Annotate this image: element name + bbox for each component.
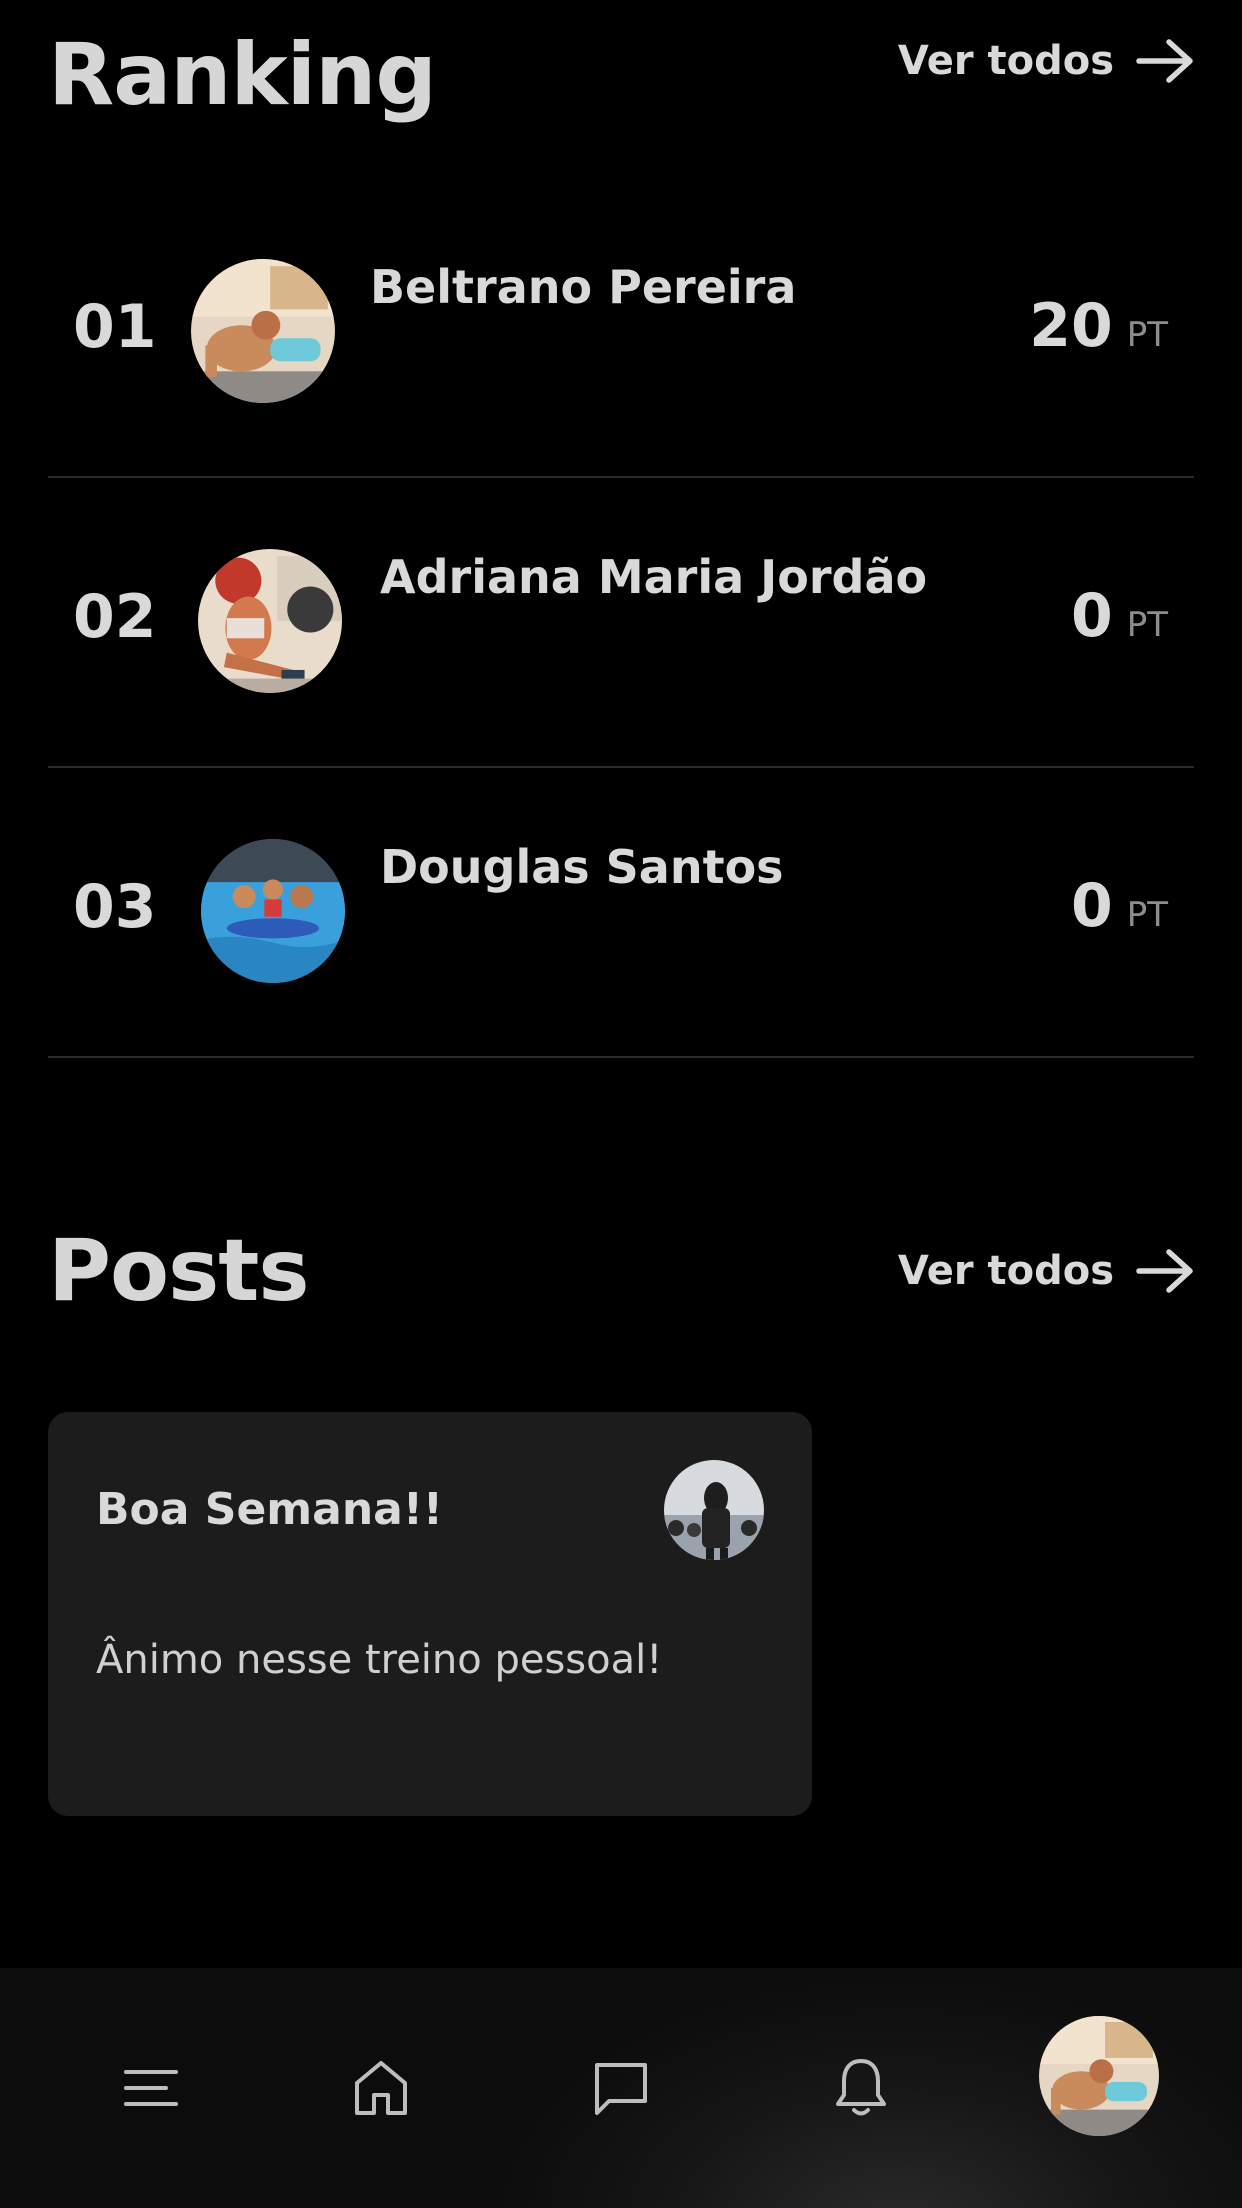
nav-home-button[interactable] [341, 2048, 421, 2128]
ranking-see-all-link[interactable]: Ver todos [898, 38, 1194, 84]
rank-points: 0 [1070, 581, 1113, 651]
bell-icon [835, 2057, 887, 2119]
home-icon [352, 2058, 410, 2118]
rank-score: 0 PT [1071, 876, 1168, 936]
rank-unit: PT [1126, 315, 1168, 355]
rank-position: 03 [73, 872, 157, 942]
rank-position: 02 [73, 582, 157, 652]
profile-avatar-button[interactable] [1039, 2016, 1159, 2136]
see-all-label: Ver todos [897, 1248, 1114, 1294]
rank-name: Douglas Santos [380, 840, 784, 894]
ranking-row[interactable]: 02 Adriana Maria Jordão 0 PT [48, 478, 1194, 768]
arrow-right-icon [1136, 1249, 1194, 1293]
avatar [201, 839, 345, 983]
ranking-title: Ranking [48, 25, 437, 125]
posts-title: Posts [48, 1221, 310, 1321]
rank-name: Adriana Maria Jordão [380, 550, 928, 604]
ranking-list: 01 Beltrano Pereira 20 PT 02 Adriana Mar… [48, 188, 1194, 1058]
rank-score: 20 PT [1029, 296, 1168, 356]
nav-chat-button[interactable] [581, 2048, 661, 2128]
avatar [664, 1460, 764, 1560]
post-card[interactable]: Boa Semana!! Ânimo nesse treino pessoal! [48, 1412, 812, 1816]
rank-points: 0 [1070, 871, 1113, 941]
posts-see-all-link[interactable]: Ver todos [898, 1248, 1194, 1294]
avatar [198, 549, 342, 693]
avatar [1039, 2016, 1159, 2136]
bottom-nav [0, 1968, 1242, 2208]
nav-notifications-button[interactable] [821, 2048, 901, 2128]
see-all-label: Ver todos [897, 38, 1114, 84]
ranking-row[interactable]: 01 Beltrano Pereira 20 PT [48, 188, 1194, 478]
post-title: Boa Semana!! [96, 1484, 443, 1535]
posts-header: Posts Ver todos [48, 1228, 1194, 1314]
arrow-right-icon [1136, 39, 1194, 83]
rank-position: 01 [73, 292, 157, 362]
ranking-header: Ranking Ver todos [48, 28, 1194, 118]
rank-points: 20 [1029, 291, 1113, 361]
rank-unit: PT [1126, 605, 1168, 645]
post-body: Ânimo nesse treino pessoal! [96, 1637, 663, 1683]
ranking-row[interactable]: 03 Douglas Santos 0 PT [48, 768, 1194, 1058]
rank-unit: PT [1126, 895, 1168, 935]
chat-icon [591, 2059, 651, 2117]
rank-name: Beltrano Pereira [370, 260, 797, 314]
menu-icon [122, 2066, 180, 2110]
nav-menu-button[interactable] [111, 2048, 191, 2128]
rank-score: 0 PT [1071, 586, 1168, 646]
avatar [191, 259, 335, 403]
